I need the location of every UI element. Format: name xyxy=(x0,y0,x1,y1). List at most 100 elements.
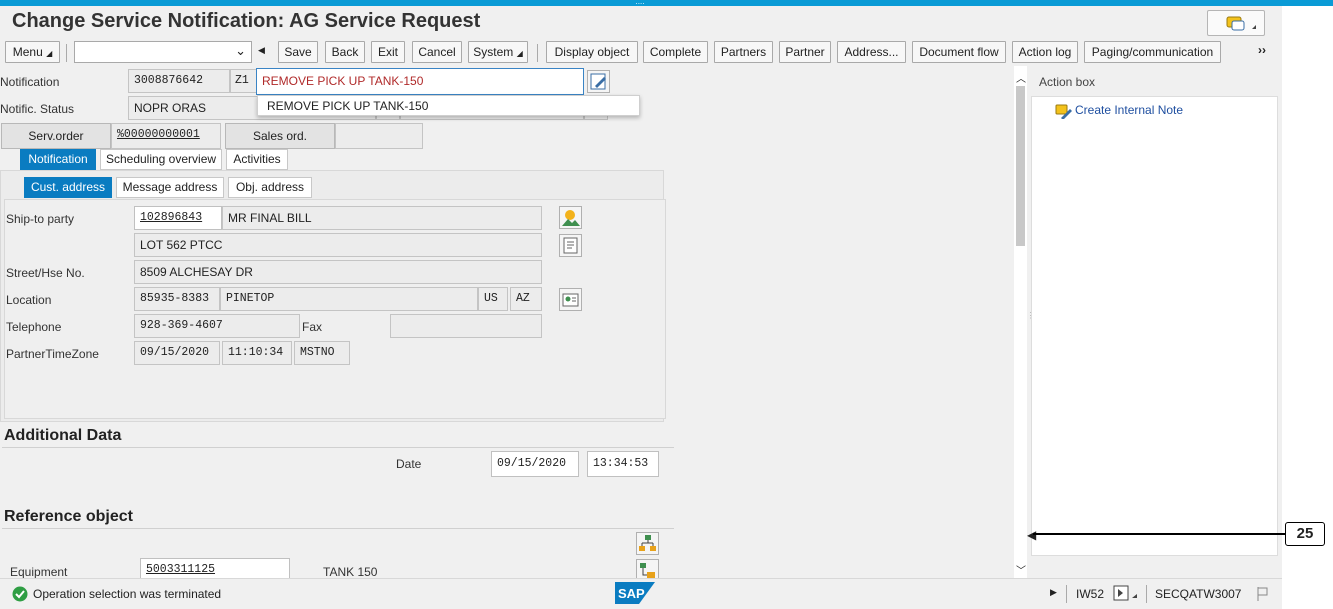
timezone-zone-field: MSTNO xyxy=(294,341,350,365)
tab-cust-address[interactable]: Cust. address xyxy=(24,177,112,198)
ship-to-label: Ship-to party xyxy=(6,212,75,226)
chat-icon xyxy=(1226,16,1256,31)
tab-notification[interactable]: Notification xyxy=(20,149,96,170)
status-message: Operation selection was terminated xyxy=(33,587,222,601)
fax-label: Fax xyxy=(302,320,323,334)
exit-button[interactable]: Exit xyxy=(371,41,405,63)
document-icon xyxy=(563,237,578,254)
description-suggestion-dropdown[interactable]: REMOVE PICK UP TANK-150 xyxy=(257,95,640,116)
equipment-field[interactable]: 5003311125 xyxy=(140,558,290,578)
address-details-button[interactable] xyxy=(559,234,582,257)
back-button[interactable]: Back xyxy=(325,41,365,63)
save-button[interactable]: Save xyxy=(278,41,318,63)
notification-description-input[interactable]: REMOVE PICK UP TANK-150 xyxy=(256,68,584,95)
reference-object-heading: Reference object xyxy=(4,508,133,525)
paging-communication-button[interactable]: Paging/communication xyxy=(1084,41,1221,63)
equipment-label: Equipment xyxy=(10,565,68,578)
street-field: 8509 ALCHESAY DR xyxy=(134,260,542,284)
equipment-description: TANK 150 xyxy=(323,565,378,578)
tab-activities[interactable]: Activities xyxy=(226,149,288,170)
address-card-icon xyxy=(562,293,579,307)
postal-code-field: 85935-8383 xyxy=(134,287,220,311)
structure-list-button[interactable] xyxy=(636,559,659,578)
chevron-down-icon[interactable]: ⌄ xyxy=(235,43,246,59)
page-title: Change Service Notification: AG Service … xyxy=(12,10,481,32)
tab-obj-address[interactable]: Obj. address xyxy=(228,177,312,198)
expand-status-icon[interactable]: ▶ xyxy=(1050,587,1057,598)
command-field[interactable]: ⌄ xyxy=(74,41,252,63)
timezone-label: PartnerTimeZone xyxy=(6,347,99,361)
section-divider xyxy=(2,447,674,448)
address-line2-field: LOT 562 PTCC xyxy=(134,233,542,257)
serv-order-button[interactable]: Serv.order xyxy=(1,123,111,149)
scroll-up-icon[interactable]: ︿ xyxy=(1016,70,1026,85)
action-box-list: Create Internal Note xyxy=(1031,96,1278,556)
sap-logo-icon: SAP xyxy=(615,582,655,604)
suggestion-option[interactable]: REMOVE PICK UP TANK-150 xyxy=(267,99,428,113)
ship-to-number-field[interactable]: 102896843 xyxy=(134,206,222,230)
triangle-left-icon[interactable]: ◀ xyxy=(258,45,265,56)
vertical-scrollbar[interactable]: ︿ ﹀ xyxy=(1014,66,1027,578)
status-separator xyxy=(1066,585,1067,603)
success-check-icon xyxy=(12,586,28,602)
system-name: SECQATW3007 xyxy=(1155,587,1242,601)
flag-icon[interactable] xyxy=(1256,586,1270,602)
equipment-value[interactable]: 5003311125 xyxy=(146,563,215,576)
status-separator xyxy=(1146,585,1147,603)
menu-label: Menu xyxy=(12,45,43,59)
partner-button[interactable]: Partner xyxy=(779,41,831,63)
sales-order-button[interactable]: Sales ord. xyxy=(225,123,335,149)
address-button[interactable]: Address... xyxy=(837,41,906,63)
main-content: Notification 3008876642 Z1 REMOVE PICK U… xyxy=(0,66,1014,578)
hierarchy-icon xyxy=(639,535,656,551)
region-field: AZ xyxy=(510,287,542,311)
person-landscape-icon xyxy=(562,210,580,226)
additional-data-heading: Additional Data xyxy=(4,427,122,444)
status-bar: Operation selection was terminated SAP ▶… xyxy=(0,578,1282,609)
serv-order-value[interactable]: %00000000001 xyxy=(117,128,200,141)
system-button[interactable]: System ◢ xyxy=(468,41,528,63)
action-item-label[interactable]: Create Internal Note xyxy=(1075,103,1183,117)
callout-line xyxy=(1033,533,1285,535)
toolbar-separator xyxy=(66,44,67,62)
system-label: System xyxy=(473,45,514,59)
ship-to-number[interactable]: 102896843 xyxy=(140,211,202,224)
structure-button[interactable] xyxy=(636,532,659,555)
notification-number-field[interactable]: 3008876642 xyxy=(128,69,230,93)
serv-order-link[interactable]: %00000000001 xyxy=(111,123,221,149)
display-object-button[interactable]: Display object xyxy=(546,41,638,63)
partners-button[interactable]: Partners xyxy=(714,41,773,63)
document-flow-button[interactable]: Document flow xyxy=(912,41,1006,63)
telephone-label: Telephone xyxy=(6,320,62,334)
menu-button[interactable]: Menu ◢ xyxy=(5,41,60,63)
tab-message-address[interactable]: Message address xyxy=(116,177,224,198)
screen-help-button[interactable] xyxy=(1207,10,1265,36)
action-box-panel: Action box Create Internal Note xyxy=(1031,66,1282,578)
section-divider xyxy=(2,528,674,529)
complete-button[interactable]: Complete xyxy=(643,41,708,63)
cancel-button[interactable]: Cancel xyxy=(412,41,462,63)
system-info-icon[interactable] xyxy=(1113,585,1139,603)
street-label: Street/Hse No. xyxy=(6,266,85,280)
scroll-thumb[interactable] xyxy=(1016,86,1025,246)
hierarchy-list-icon xyxy=(640,563,655,578)
edit-long-text-button[interactable] xyxy=(587,70,610,93)
tab-scheduling-overview[interactable]: Scheduling overview xyxy=(100,149,222,170)
notification-type-field[interactable]: Z1 xyxy=(230,69,257,93)
ship-to-name-field: MR FINAL BILL xyxy=(222,206,542,230)
location-label: Location xyxy=(6,293,52,307)
callout-arrowhead-icon: ◀ xyxy=(1027,528,1037,542)
svg-text:SAP: SAP xyxy=(618,586,645,601)
toolbar-separator xyxy=(537,44,538,62)
action-log-button[interactable]: Action log xyxy=(1012,41,1078,63)
scroll-down-icon[interactable]: ﹀ xyxy=(1016,562,1026,577)
status-label: Notific. Status xyxy=(0,102,75,116)
pencil-icon xyxy=(590,73,606,90)
more-chevron-icon[interactable]: ›› xyxy=(1258,43,1266,57)
date-field[interactable]: 09/15/2020 xyxy=(491,451,579,477)
location-details-button[interactable] xyxy=(559,288,582,311)
partner-display-button[interactable] xyxy=(559,206,582,229)
timezone-time-field: 11:10:34 xyxy=(222,341,292,365)
time-field[interactable]: 13:34:53 xyxy=(587,451,659,477)
date-label: Date xyxy=(396,457,422,471)
